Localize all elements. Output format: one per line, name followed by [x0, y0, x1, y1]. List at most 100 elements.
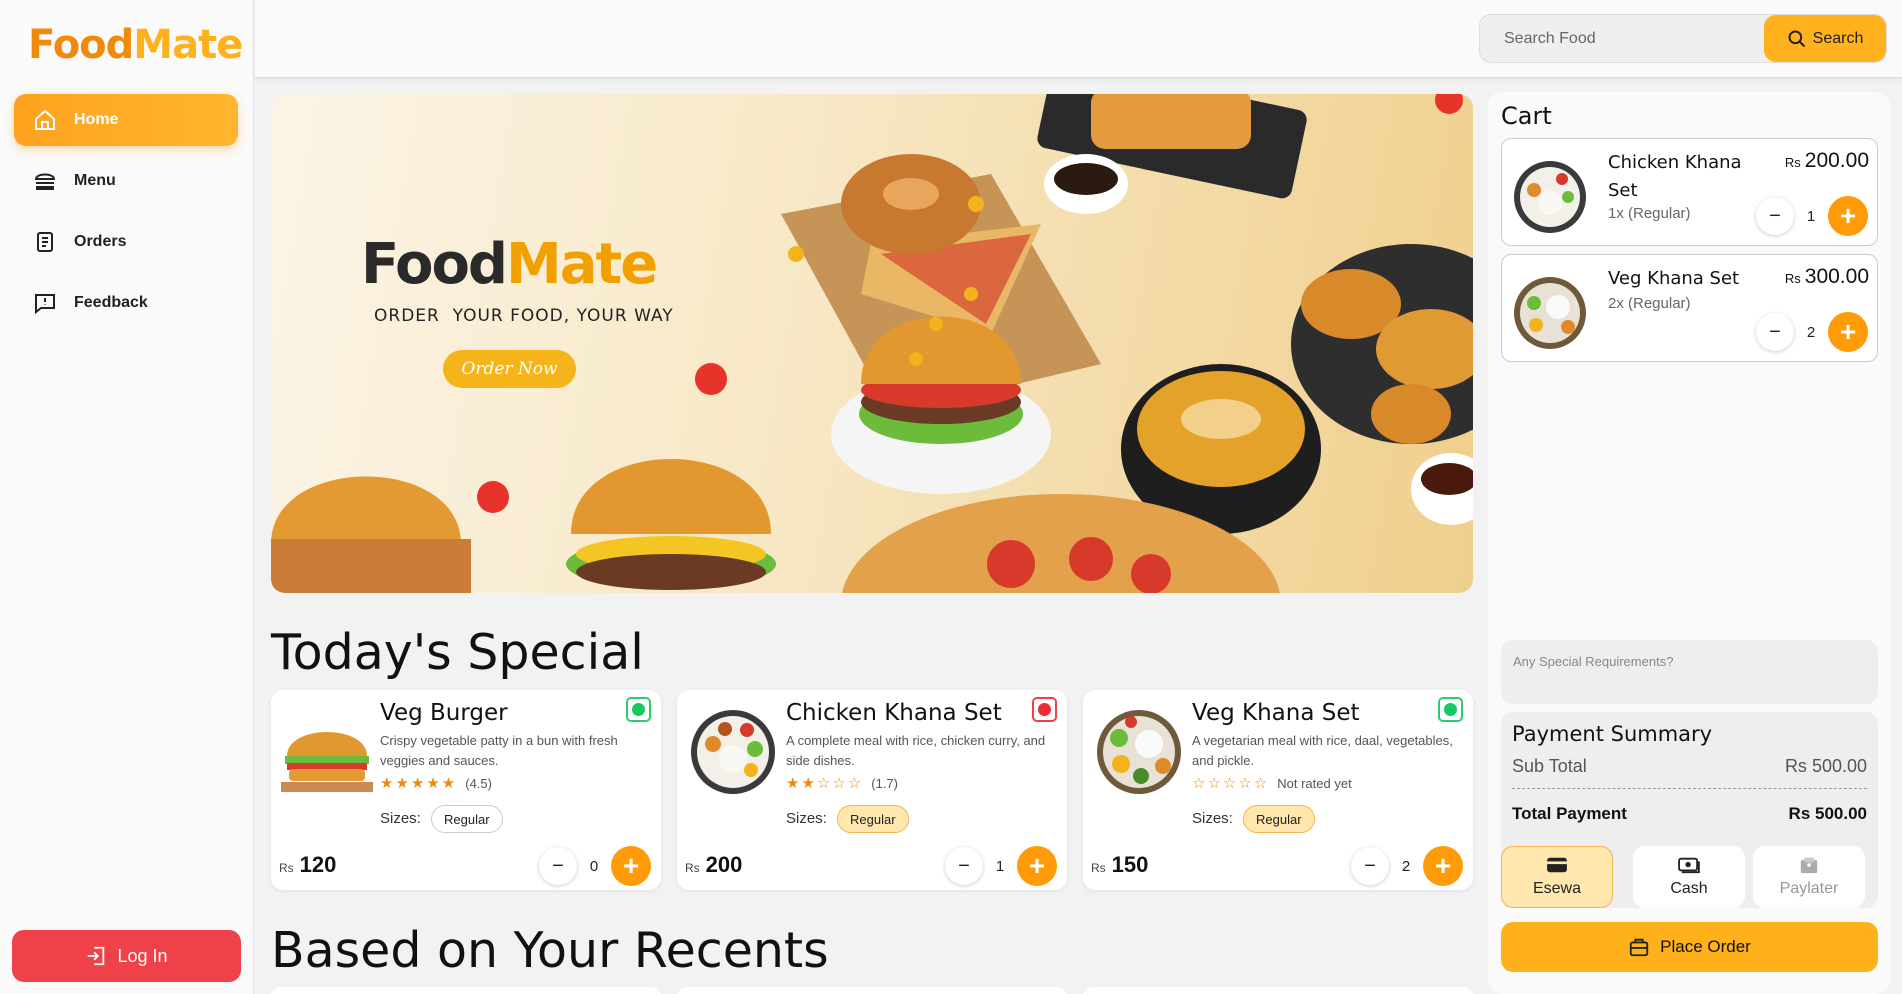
quantity-stepper: − 1 + — [945, 846, 1057, 886]
total-label: Total Payment — [1512, 804, 1627, 823]
decrease-button[interactable]: − — [539, 847, 577, 885]
currency-label: Rs — [1091, 861, 1106, 875]
increase-button[interactable]: + — [1423, 846, 1463, 886]
search-button[interactable]: Search — [1764, 15, 1886, 62]
quantity-stepper: − 2 + — [1756, 312, 1868, 352]
cart-item: Chicken Khana Set 1x (Regular) Rs 200.00 … — [1501, 138, 1878, 246]
increase-button[interactable]: + — [611, 846, 651, 886]
login-label: Log In — [117, 945, 168, 966]
cart-title: Cart — [1501, 102, 1552, 130]
banner-logo-part-2: Mate — [506, 232, 658, 297]
size-option-regular[interactable]: Regular — [837, 805, 909, 833]
veg-indicator-icon — [1438, 697, 1463, 722]
briefcase-icon — [1629, 938, 1649, 957]
home-icon — [32, 107, 58, 133]
currency-label: Rs — [1784, 271, 1801, 286]
decrease-button[interactable]: − — [945, 847, 983, 885]
currency-label: Rs — [685, 861, 700, 875]
increase-button[interactable]: + — [1828, 312, 1868, 352]
star-rating-icon: ★★☆☆☆ — [786, 775, 864, 792]
payment-method-cash[interactable]: Cash — [1633, 846, 1745, 908]
quantity-stepper: − 0 + — [539, 846, 651, 886]
burger-icon — [32, 168, 58, 194]
payment-summary-title: Payment Summary — [1512, 722, 1713, 746]
food-price: Rs 150 — [1091, 852, 1148, 878]
place-order-button[interactable]: Place Order — [1501, 922, 1878, 972]
search-button-label: Search — [1812, 29, 1864, 47]
increase-button[interactable]: + — [1828, 196, 1868, 236]
quantity-stepper: − 2 + — [1351, 846, 1463, 886]
sidebar-item-label: Orders — [74, 233, 127, 250]
rating-value: Not rated yet — [1277, 775, 1352, 791]
sidebar-nav: Home Menu Orders Feedback — [14, 94, 238, 338]
total-row: Total Payment Rs 500.00 — [1512, 804, 1867, 824]
quantity-value: 1 — [1806, 207, 1816, 225]
food-card[interactable]: Veg Khana Set A vegetarian meal with ric… — [1083, 690, 1473, 890]
size-option-regular[interactable]: Regular — [431, 805, 503, 833]
food-card[interactable]: Chicken Khana Set A complete meal with r… — [677, 690, 1067, 890]
sidebar-item-home[interactable]: Home — [14, 94, 238, 146]
veg-indicator-icon — [626, 697, 651, 722]
food-rating: ☆☆☆☆☆ Not rated yet — [1192, 774, 1352, 792]
veg-khana-set-image — [1097, 710, 1181, 794]
recent-card[interactable] — [271, 987, 661, 994]
price-value: 300.00 — [1804, 265, 1869, 288]
payment-summary: Payment Summary Sub Total Rs 500.00 Total… — [1501, 712, 1878, 908]
sidebar-item-feedback[interactable]: Feedback — [14, 277, 238, 329]
search-box: Search — [1479, 14, 1887, 63]
food-rating: ★★★★★ (4.5) — [380, 774, 492, 792]
size-option-regular[interactable]: Regular — [1243, 805, 1315, 833]
decrease-button[interactable]: − — [1351, 847, 1389, 885]
cart-item-detail: 2x (Regular) — [1608, 295, 1691, 312]
order-now-button[interactable]: Order Now — [443, 350, 576, 388]
cart-item-name: Veg Khana Set — [1608, 268, 1740, 289]
wallet-icon — [1547, 857, 1567, 873]
payment-method-label: Paylater — [1779, 880, 1839, 897]
banner-tagline: ORDER YOUR FOOD, YOUR WAY — [374, 306, 674, 326]
banner-food-illustration — [271, 94, 1473, 593]
payment-method-label: Cash — [1670, 880, 1708, 897]
chicken-khana-set-image — [1514, 161, 1586, 233]
food-price: Rs 120 — [279, 852, 336, 878]
rating-value: (1.7) — [871, 775, 898, 791]
section-title-recents: Based on Your Recents — [271, 922, 829, 979]
food-name: Veg Khana Set — [1192, 700, 1360, 726]
top-bar: Search — [255, 0, 1902, 78]
payment-method-esewa[interactable]: Esewa — [1501, 846, 1613, 908]
chicken-khana-set-image — [691, 710, 775, 794]
cart-item-price: Rs 200.00 — [1785, 149, 1869, 173]
veg-burger-image — [281, 732, 373, 792]
sidebar-item-label: Menu — [74, 172, 116, 189]
sidebar-item-label: Home — [74, 111, 119, 128]
cart-panel: Cart Chicken Khana Set 1x (Regular) Rs 20… — [1488, 92, 1890, 994]
veg-khana-set-image — [1514, 277, 1586, 349]
payment-method-paylater[interactable]: Paylater — [1753, 846, 1865, 908]
sidebar: FoodMate Home Menu Orders Feedback Log I… — [0, 0, 254, 994]
subtotal-row: Sub Total Rs 500.00 — [1512, 756, 1867, 777]
food-card[interactable]: Veg Burger Crispy vegetable patty in a b… — [271, 690, 661, 890]
login-button[interactable]: Log In — [12, 930, 241, 982]
decrease-button[interactable]: − — [1756, 197, 1794, 235]
sidebar-item-orders[interactable]: Orders — [14, 216, 238, 268]
quantity-stepper: − 1 + — [1756, 196, 1868, 236]
increase-button[interactable]: + — [1017, 846, 1057, 886]
price-value: 200.00 — [1804, 149, 1869, 172]
decrease-button[interactable]: − — [1756, 313, 1794, 351]
price-value: 120 — [299, 852, 337, 877]
star-rating-icon: ★★★★★ — [380, 775, 458, 792]
quantity-value: 1 — [995, 857, 1005, 875]
recent-card[interactable] — [677, 987, 1067, 994]
non-veg-indicator-icon — [1032, 697, 1057, 722]
special-requirements-input[interactable] — [1501, 640, 1878, 704]
recent-card[interactable] — [1083, 987, 1473, 994]
logo-part-2: Mate — [133, 22, 243, 68]
document-icon — [32, 229, 58, 255]
food-description: Crispy vegetable patty in a bun with fre… — [380, 733, 618, 768]
divider — [1512, 788, 1867, 789]
sizes-label: Sizes: — [1192, 810, 1233, 827]
total-value: Rs 500.00 — [1788, 804, 1867, 823]
app-logo[interactable]: FoodMate — [28, 22, 243, 68]
feedback-icon — [32, 290, 58, 316]
sidebar-item-menu[interactable]: Menu — [14, 155, 238, 207]
search-input[interactable] — [1480, 15, 1764, 62]
